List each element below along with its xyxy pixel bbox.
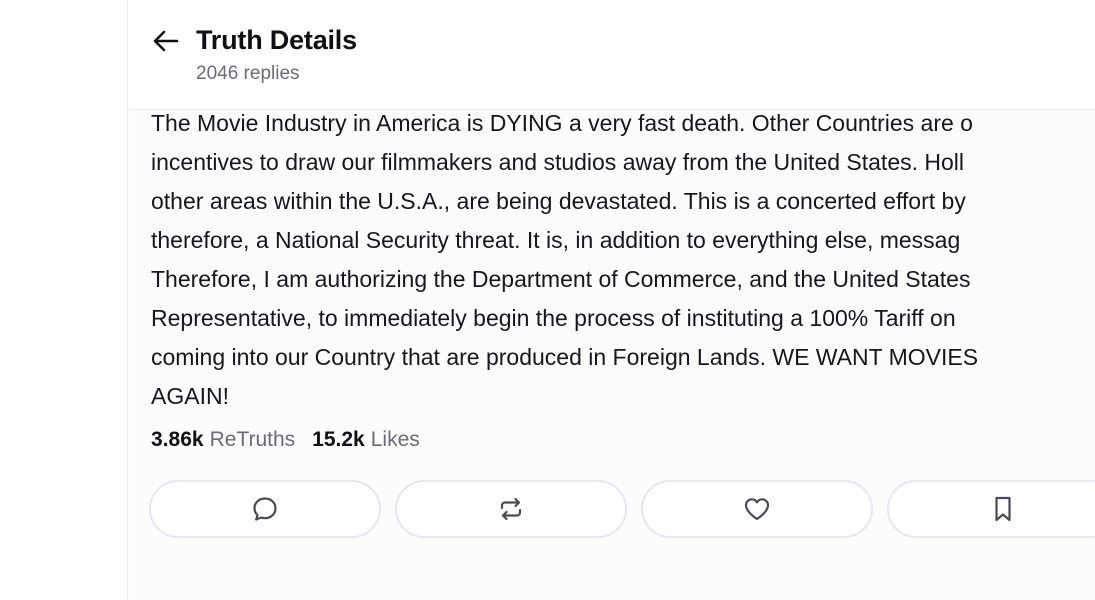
retruth-button[interactable] bbox=[395, 480, 627, 538]
post-text-line: AGAIN! bbox=[151, 383, 229, 409]
post-stats: 3.86k ReTruths 15.2k Likes bbox=[151, 428, 420, 452]
like-button[interactable] bbox=[641, 480, 873, 538]
repost-icon bbox=[497, 495, 525, 523]
page-title: Truth Details bbox=[196, 25, 357, 55]
post-detail-panel: Truth Details 2046 replies The Movie Ind… bbox=[129, 0, 1095, 600]
post-text-line: Therefore, I am authorizing the Departme… bbox=[151, 266, 971, 292]
retruths-label: ReTruths bbox=[209, 428, 296, 451]
likes-count: 15.2k bbox=[312, 428, 365, 451]
bookmark-icon bbox=[989, 494, 1017, 524]
post-text-line: Representative, to immediately begin the… bbox=[151, 305, 956, 331]
retruths-count: 3.86k bbox=[151, 428, 204, 451]
bookmark-button[interactable] bbox=[887, 480, 1095, 538]
post-text-line: therefore, a National Security threat. I… bbox=[151, 227, 961, 253]
likes-label: Likes bbox=[370, 428, 420, 451]
back-button[interactable] bbox=[151, 27, 181, 55]
likes-stat[interactable]: 15.2k Likes bbox=[312, 428, 420, 452]
page-header: Truth Details 2046 replies bbox=[129, 0, 1095, 110]
reply-count: 2046 replies bbox=[196, 63, 300, 84]
post-text-line: other areas within the U.S.A., are being… bbox=[151, 188, 966, 214]
post-text-line: incentives to draw our filmmakers and st… bbox=[151, 149, 965, 175]
arrow-left-icon bbox=[152, 29, 180, 53]
comment-icon bbox=[251, 495, 279, 523]
left-sidebar bbox=[0, 0, 128, 600]
post-text-line: The Movie Industry in America is DYING a… bbox=[151, 110, 973, 136]
heart-icon bbox=[742, 495, 772, 523]
post-text-line: coming into our Country that are produce… bbox=[151, 344, 979, 370]
retruths-stat[interactable]: 3.86k ReTruths bbox=[151, 428, 295, 452]
post-text: The Movie Industry in America is DYING a… bbox=[151, 104, 1095, 416]
reply-button[interactable] bbox=[149, 480, 381, 538]
